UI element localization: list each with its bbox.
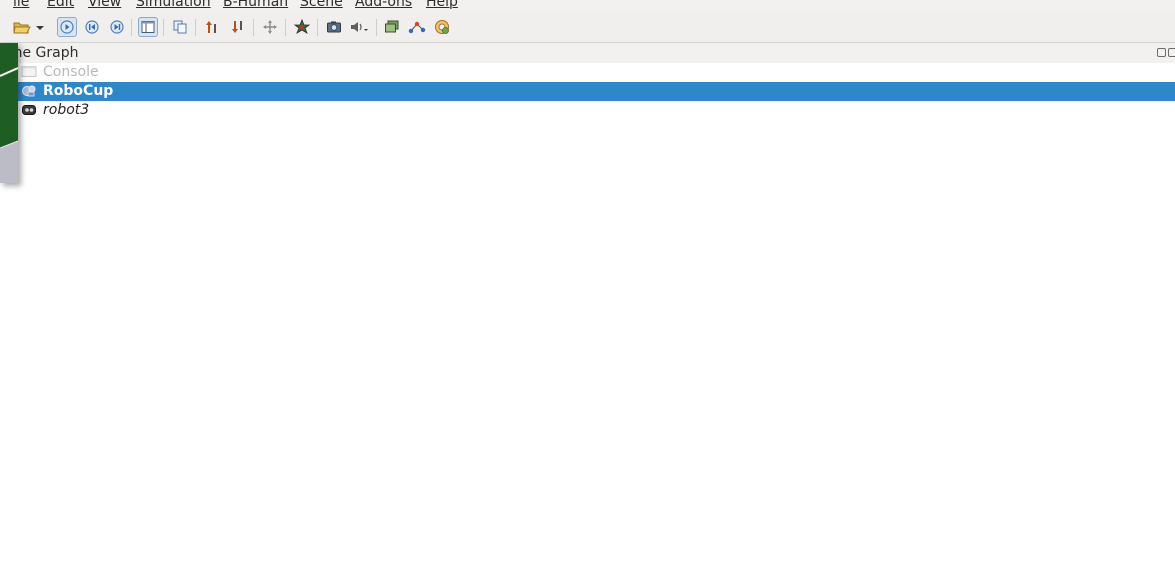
scene-view-fragment — [0, 43, 18, 183]
dock-float-icon[interactable] — [1157, 48, 1166, 57]
refresh-gear-icon — [435, 20, 449, 34]
tree-item-robocup[interactable]: RoboCup — [0, 82, 1175, 101]
move-cross-icon — [263, 20, 277, 34]
menu-help[interactable]: Help — [426, 0, 458, 10]
scene-icon — [22, 85, 36, 97]
move-up-button[interactable] — [202, 17, 222, 37]
window-button[interactable] — [382, 17, 402, 37]
open-button[interactable] — [12, 17, 46, 37]
dock-close-icon[interactable] — [1168, 48, 1175, 57]
start-button[interactable] — [57, 17, 77, 37]
tree-item-robot3[interactable]: robot3 — [0, 101, 1175, 120]
speaker-icon — [351, 22, 368, 32]
step-button[interactable] — [107, 17, 127, 37]
layout-panel-icon — [141, 21, 155, 33]
arrow-down-icon — [232, 21, 242, 33]
skip-back-icon — [85, 20, 99, 34]
copy-icon — [173, 20, 187, 34]
sound-button[interactable] — [349, 17, 371, 37]
robot-icon — [22, 105, 36, 115]
graph-nodes-icon — [408, 21, 426, 34]
arrow-up-icon — [206, 21, 216, 33]
folder-open-icon — [13, 22, 44, 34]
menu-file[interactable]: ile — [13, 0, 29, 10]
menu-bar: ile Edit View Simulation B-Human Scene A… — [0, 0, 1175, 13]
camera-icon — [327, 21, 341, 33]
camera-button[interactable] — [324, 17, 344, 37]
layout-button[interactable] — [138, 17, 158, 37]
copy-button[interactable] — [170, 17, 190, 37]
menu-addons[interactable]: Add-ons — [355, 0, 412, 10]
menu-simulation[interactable]: Simulation — [136, 0, 211, 10]
reset-button[interactable] — [82, 17, 102, 37]
plot-button[interactable] — [407, 17, 427, 37]
step-forward-icon — [110, 20, 124, 34]
drag-button[interactable] — [260, 17, 280, 37]
tree-item-label: RoboCup — [43, 83, 114, 99]
tree-item-console[interactable]: Console — [0, 63, 1175, 82]
play-icon — [60, 20, 74, 34]
physics-button[interactable] — [292, 17, 312, 37]
scene-graph-dock-titlebar: ene Graph — [0, 43, 1175, 63]
physics-star-icon — [293, 18, 311, 34]
console-icon — [21, 66, 37, 77]
window-stack-icon — [385, 20, 399, 33]
tree-item-label: Console — [43, 64, 99, 80]
update-button[interactable] — [432, 17, 452, 37]
main-toolbar — [0, 13, 1175, 43]
menu-view[interactable]: View — [88, 0, 121, 10]
field-lines-graphic — [0, 43, 18, 183]
menu-bhuman[interactable]: B-Human — [223, 0, 288, 10]
menu-edit[interactable]: Edit — [47, 0, 74, 10]
chevron-down-icon — [36, 26, 44, 30]
tree-item-label: robot3 — [43, 102, 90, 118]
move-down-button[interactable] — [228, 17, 248, 37]
menu-scene[interactable]: Scene — [300, 0, 343, 10]
